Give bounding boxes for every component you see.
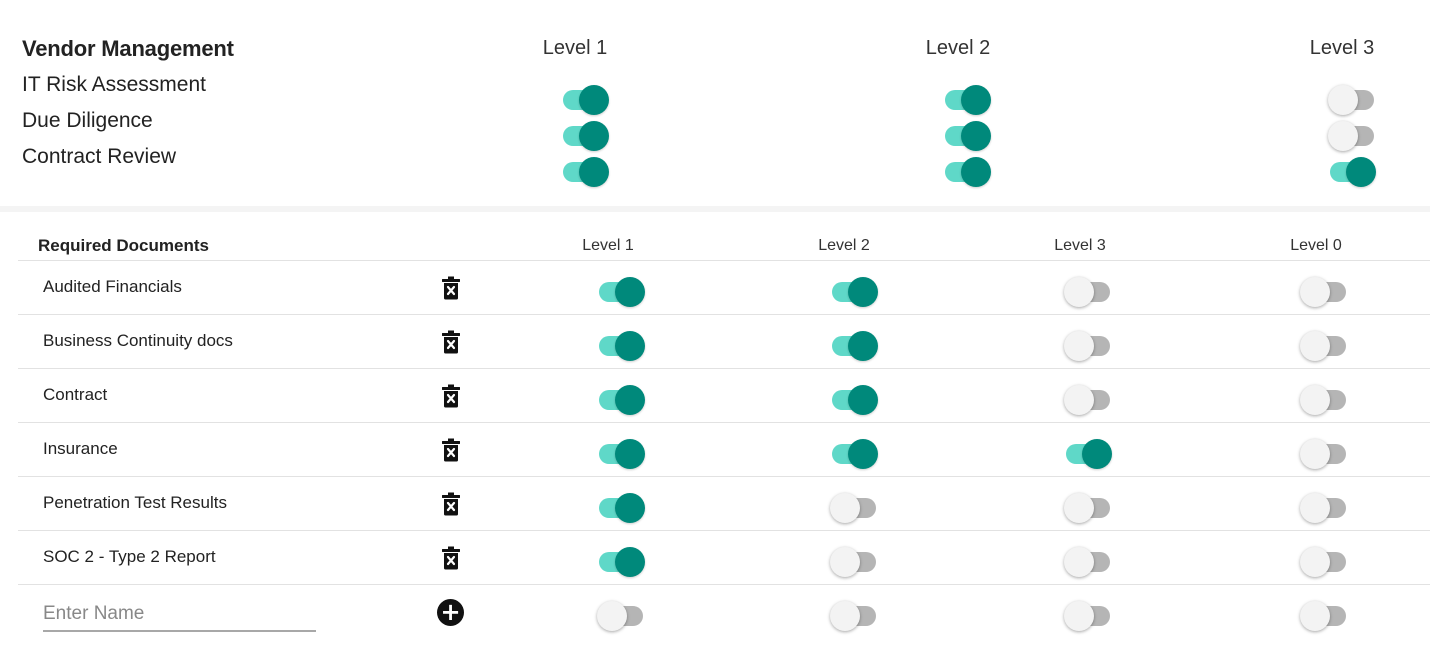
row-divider bbox=[18, 476, 1430, 477]
doc-column-header-level-2: Level 2 bbox=[818, 237, 870, 254]
toggle-document-level-3[interactable] bbox=[1064, 382, 1112, 415]
toggle-document-level-2[interactable] bbox=[830, 382, 878, 415]
column-header-level-2: Level 2 bbox=[925, 37, 991, 59]
toggle-document-level-0[interactable] bbox=[1300, 436, 1348, 469]
toggle-document-level-0[interactable] bbox=[1300, 274, 1348, 307]
toggle-document-level-1[interactable] bbox=[597, 274, 645, 307]
trash-x-icon[interactable] bbox=[441, 492, 461, 516]
toggle-document-level-1[interactable] bbox=[597, 544, 645, 577]
toggle-it-risk-assessment-level-3[interactable] bbox=[1328, 82, 1376, 115]
row-divider bbox=[18, 260, 1430, 261]
row-divider bbox=[18, 314, 1430, 315]
toggle-document-level-1[interactable] bbox=[597, 490, 645, 523]
row-divider bbox=[18, 584, 1430, 585]
toggle-document-level-3[interactable] bbox=[1064, 274, 1112, 307]
trash-x-icon[interactable] bbox=[441, 330, 461, 354]
toggle-document-level-2[interactable] bbox=[830, 490, 878, 523]
toggle-document-level-1[interactable] bbox=[597, 382, 645, 415]
toggle-due-diligence-level-2[interactable] bbox=[943, 118, 991, 151]
toggle-document-level-0[interactable] bbox=[1300, 544, 1348, 577]
toggle-new-document-level-3[interactable] bbox=[1064, 598, 1112, 631]
trash-x-icon[interactable] bbox=[441, 384, 461, 408]
column-header-level-3: Level 3 bbox=[1309, 37, 1375, 59]
row-label-it-risk-assessment: IT Risk Assessment bbox=[22, 73, 206, 96]
table-title: Required Documents bbox=[38, 236, 209, 255]
document-name: SOC 2 - Type 2 Report bbox=[43, 547, 216, 566]
toggle-document-level-1[interactable] bbox=[597, 328, 645, 361]
doc-column-header-level-0: Level 0 bbox=[1290, 237, 1342, 254]
toggle-new-document-level-2[interactable] bbox=[830, 598, 878, 631]
toggle-document-level-0[interactable] bbox=[1300, 490, 1348, 523]
trash-x-icon[interactable] bbox=[441, 546, 461, 570]
toggle-document-level-3[interactable] bbox=[1064, 490, 1112, 523]
toggle-document-level-3[interactable] bbox=[1064, 436, 1112, 469]
doc-column-header-level-1: Level 1 bbox=[582, 237, 634, 254]
toggle-due-diligence-level-3[interactable] bbox=[1328, 118, 1376, 151]
section-divider bbox=[0, 206, 1430, 212]
toggle-document-level-3[interactable] bbox=[1064, 328, 1112, 361]
toggle-contract-review-level-1[interactable] bbox=[561, 154, 609, 187]
toggle-document-level-0[interactable] bbox=[1300, 382, 1348, 415]
toggle-document-level-3[interactable] bbox=[1064, 544, 1112, 577]
row-label-due-diligence: Due Diligence bbox=[22, 109, 153, 132]
column-header-level-1: Level 1 bbox=[542, 37, 608, 59]
section-title: Vendor Management bbox=[22, 36, 234, 61]
toggle-document-level-1[interactable] bbox=[597, 436, 645, 469]
doc-column-header-level-3: Level 3 bbox=[1054, 237, 1106, 254]
vendor-management-section: Vendor Management Level 1 Level 2 Level … bbox=[0, 0, 1430, 206]
document-name: Audited Financials bbox=[43, 277, 182, 296]
new-document-name-input[interactable] bbox=[43, 598, 316, 632]
toggle-contract-review-level-2[interactable] bbox=[943, 154, 991, 187]
toggle-contract-review-level-3[interactable] bbox=[1328, 154, 1376, 187]
document-name: Penetration Test Results bbox=[43, 493, 227, 512]
toggle-new-document-level-0[interactable] bbox=[1300, 598, 1348, 631]
trash-x-icon[interactable] bbox=[441, 438, 461, 462]
document-name: Insurance bbox=[43, 439, 118, 458]
plus-circle-icon[interactable]: + bbox=[437, 599, 464, 626]
trash-x-icon[interactable] bbox=[441, 276, 461, 300]
document-name: Contract bbox=[43, 385, 108, 404]
toggle-it-risk-assessment-level-1[interactable] bbox=[561, 82, 609, 115]
row-divider bbox=[18, 530, 1430, 531]
toggle-document-level-0[interactable] bbox=[1300, 328, 1348, 361]
toggle-due-diligence-level-1[interactable] bbox=[561, 118, 609, 151]
document-name: Business Continuity docs bbox=[43, 331, 233, 350]
toggle-document-level-2[interactable] bbox=[830, 544, 878, 577]
toggle-it-risk-assessment-level-2[interactable] bbox=[943, 82, 991, 115]
row-label-contract-review: Contract Review bbox=[22, 145, 177, 168]
row-divider bbox=[18, 422, 1430, 423]
toggle-document-level-2[interactable] bbox=[830, 436, 878, 469]
toggle-document-level-2[interactable] bbox=[830, 274, 878, 307]
toggle-new-document-level-1[interactable] bbox=[597, 598, 645, 631]
row-divider bbox=[18, 368, 1430, 369]
toggle-document-level-2[interactable] bbox=[830, 328, 878, 361]
